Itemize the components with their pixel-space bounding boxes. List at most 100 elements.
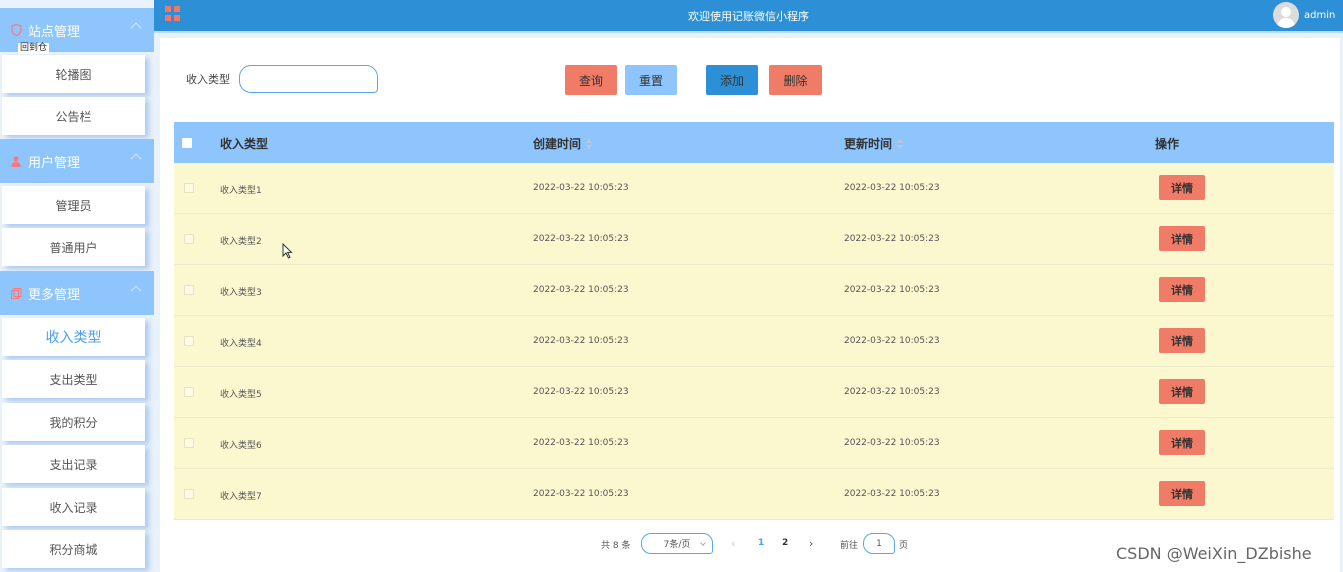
row-checkbox[interactable] xyxy=(184,183,194,193)
detail-button[interactable]: 详情 xyxy=(1159,328,1205,353)
sidebar-item-my-points[interactable]: 我的积分 xyxy=(2,403,145,441)
sidebar-item-label: 我的积分 xyxy=(49,415,98,430)
sidebar-item-label: 支出记录 xyxy=(49,457,98,472)
sidebar-item-label: 轮播图 xyxy=(55,67,92,82)
sidebar-item-expense-type[interactable]: 支出类型 xyxy=(2,360,145,398)
menu-group-users[interactable]: 用户管理 xyxy=(0,139,154,183)
search-input[interactable] xyxy=(239,65,378,93)
table-row: 收入类型7 2022-03-22 10:05:23 2022-03-22 10:… xyxy=(174,469,1334,520)
cell-updated: 2022-03-22 10:05:23 xyxy=(844,285,940,295)
cell-updated: 2022-03-22 10:05:23 xyxy=(844,438,940,448)
row-checkbox[interactable] xyxy=(184,234,194,244)
detail-button[interactable]: 详情 xyxy=(1159,277,1205,302)
sidebar-item-carousel[interactable]: 轮播图 xyxy=(2,55,145,93)
table-row: 收入类型2 2022-03-22 10:05:23 2022-03-22 10:… xyxy=(174,214,1334,265)
sidebar-item-points-mall[interactable]: 积分商城 xyxy=(2,530,145,568)
cell-created: 2022-03-22 10:05:23 xyxy=(533,489,629,499)
sort-icon[interactable] xyxy=(897,138,904,149)
search-label: 收入类型 xyxy=(186,73,230,86)
detail-button[interactable]: 详情 xyxy=(1159,226,1205,251)
detail-button[interactable]: 详情 xyxy=(1159,175,1205,200)
sidebar: 站点管理 回到仓 轮播图 公告栏 用户管理 管理员 普通用户 更多管理 收入类型… xyxy=(0,0,154,572)
app-root: 站点管理 回到仓 轮播图 公告栏 用户管理 管理员 普通用户 更多管理 收入类型… xyxy=(0,0,1343,572)
cell-created: 2022-03-22 10:05:23 xyxy=(533,438,629,448)
sidebar-item-normal-user[interactable]: 普通用户 xyxy=(2,228,145,266)
page-size-value: 7条/页 xyxy=(663,540,691,550)
username[interactable]: admin xyxy=(1304,10,1335,21)
page-suffix: 页 xyxy=(899,541,909,551)
reset-button[interactable]: 重置 xyxy=(625,65,677,95)
column-header-label: 收入类型 xyxy=(220,137,269,151)
mouse-cursor-icon xyxy=(282,243,293,259)
column-header-type: 收入类型 xyxy=(220,135,268,152)
prev-page-button[interactable]: ‹ xyxy=(731,537,735,550)
table-row: 收入类型4 2022-03-22 10:05:23 2022-03-22 10:… xyxy=(174,316,1334,367)
sidebar-item-admin[interactable]: 管理员 xyxy=(2,186,145,224)
table-body: 收入类型1 2022-03-22 10:05:23 2022-03-22 10:… xyxy=(174,163,1334,520)
menu-group-more[interactable]: 更多管理 xyxy=(0,271,154,315)
menu-group-label: 站点管理 xyxy=(28,24,81,40)
sidebar-item-label: 管理员 xyxy=(55,198,92,213)
cell-updated: 2022-03-22 10:05:23 xyxy=(844,387,940,397)
row-checkbox[interactable] xyxy=(184,336,194,346)
cell-type: 收入类型3 xyxy=(220,288,262,298)
main-panel: 收入类型 查询 重置 添加 删除 收入类型 创建时间 更新时间 操作 收入类型1… xyxy=(160,38,1340,572)
page-size-select[interactable]: 7条/页 xyxy=(641,533,713,554)
menu-group-label: 用户管理 xyxy=(28,155,81,171)
app-title: 欢迎使用记账微信小程序 xyxy=(688,10,809,23)
cell-type: 收入类型5 xyxy=(220,390,262,400)
cell-updated: 2022-03-22 10:05:23 xyxy=(844,489,940,499)
sidebar-item-label: 积分商城 xyxy=(49,542,98,557)
sidebar-item-label: 收入记录 xyxy=(49,500,98,515)
row-checkbox[interactable] xyxy=(184,285,194,295)
cell-created: 2022-03-22 10:05:23 xyxy=(533,183,629,193)
menu-group-label: 更多管理 xyxy=(28,287,81,303)
cell-type: 收入类型4 xyxy=(220,339,262,349)
table-row: 收入类型3 2022-03-22 10:05:23 2022-03-22 10:… xyxy=(174,265,1334,316)
sidebar-item-label: 收入类型 xyxy=(45,330,102,346)
row-checkbox[interactable] xyxy=(184,489,194,499)
top-bar: 欢迎使用记账微信小程序 admin xyxy=(154,0,1343,33)
table-header: 收入类型 创建时间 更新时间 操作 xyxy=(174,122,1334,163)
row-checkbox[interactable] xyxy=(184,438,194,448)
cell-updated: 2022-03-22 10:05:23 xyxy=(844,336,940,346)
column-header-label: 操作 xyxy=(1155,137,1180,151)
sidebar-item-income-type[interactable]: 收入类型 xyxy=(2,318,145,356)
chevron-up-icon xyxy=(130,22,142,34)
avatar-icon[interactable] xyxy=(1273,2,1299,28)
column-header-label: 更新时间 xyxy=(844,137,893,151)
row-checkbox[interactable] xyxy=(184,387,194,397)
cell-created: 2022-03-22 10:05:23 xyxy=(533,336,629,346)
cell-type: 收入类型2 xyxy=(220,237,262,247)
sidebar-item-label: 支出类型 xyxy=(49,372,98,387)
detail-button[interactable]: 详情 xyxy=(1159,430,1205,455)
sidebar-item-income-record[interactable]: 收入记录 xyxy=(2,488,145,526)
cell-updated: 2022-03-22 10:05:23 xyxy=(844,183,940,193)
cell-updated: 2022-03-22 10:05:23 xyxy=(844,234,940,244)
query-button[interactable]: 查询 xyxy=(565,65,617,95)
table-row: 收入类型6 2022-03-22 10:05:23 2022-03-22 10:… xyxy=(174,418,1334,469)
sidebar-item-expense-record[interactable]: 支出记录 xyxy=(2,445,145,483)
cell-created: 2022-03-22 10:05:23 xyxy=(533,285,629,295)
add-button[interactable]: 添加 xyxy=(706,65,758,95)
delete-button[interactable]: 删除 xyxy=(769,65,822,95)
goto-page-input[interactable]: 1 xyxy=(863,533,895,554)
sort-icon[interactable] xyxy=(586,138,593,149)
chevron-up-icon xyxy=(130,285,142,297)
shield-icon xyxy=(10,24,22,36)
goto-page-value: 1 xyxy=(876,538,882,549)
detail-button[interactable]: 详情 xyxy=(1159,481,1205,506)
select-all-checkbox[interactable] xyxy=(182,138,192,148)
column-header-created[interactable]: 创建时间 xyxy=(533,135,593,152)
goto-label: 前往 xyxy=(840,541,859,551)
column-header-actions: 操作 xyxy=(1155,135,1179,152)
sidebar-item-label: 普通用户 xyxy=(49,240,98,255)
table-row: 收入类型5 2022-03-22 10:05:23 2022-03-22 10:… xyxy=(174,367,1334,418)
next-page-button[interactable]: › xyxy=(809,537,813,550)
sidebar-item-notice[interactable]: 公告栏 xyxy=(2,97,145,135)
page-2[interactable]: 2 xyxy=(782,538,788,548)
column-header-updated[interactable]: 更新时间 xyxy=(844,135,904,152)
page-1[interactable]: 1 xyxy=(758,538,764,548)
cell-type: 收入类型7 xyxy=(220,492,262,502)
detail-button[interactable]: 详情 xyxy=(1159,379,1205,404)
